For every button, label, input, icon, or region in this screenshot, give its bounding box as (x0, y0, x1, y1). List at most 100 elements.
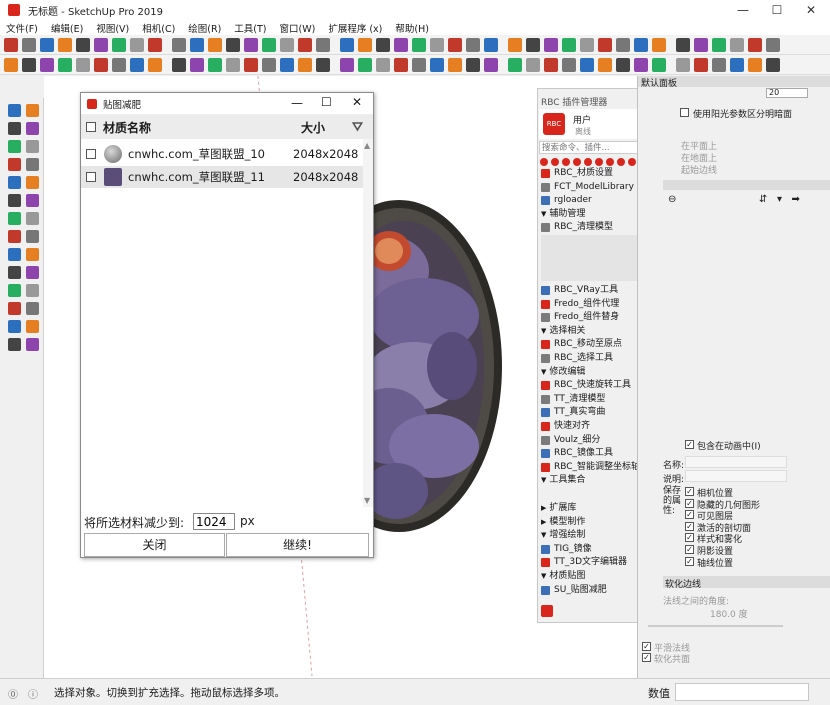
toolbar-tool-icon[interactable] (226, 37, 240, 52)
toolbar-tool-icon[interactable] (130, 37, 144, 52)
toolbar-tool-icon[interactable] (448, 37, 462, 52)
toolbar-tool-icon[interactable] (22, 37, 36, 52)
toolbar-tool-icon[interactable] (676, 37, 690, 52)
saved-prop-checkbox[interactable]: ✓ (685, 556, 694, 566)
toolbar-tool-icon[interactable] (412, 37, 426, 52)
left-toolbar-tool-icon[interactable] (8, 338, 21, 351)
toolbar-tool-icon[interactable] (76, 57, 90, 72)
rbc-section-header[interactable]: ▼ 增强绘制 (541, 529, 585, 541)
toolbar-tool-icon[interactable] (544, 37, 558, 52)
toolbar-tool-icon[interactable] (526, 37, 540, 52)
toolbar-tool-icon[interactable] (340, 57, 354, 72)
left-toolbar-tool-icon[interactable] (26, 176, 39, 189)
left-toolbar-tool-icon[interactable] (26, 122, 39, 135)
toolbar-tool-icon[interactable] (112, 37, 126, 52)
toolbar-tool-icon[interactable] (58, 37, 72, 52)
rbc-plugin-item[interactable]: FCT_ModelLibrary (541, 181, 634, 194)
left-toolbar-tool-icon[interactable] (26, 212, 39, 225)
toolbar-tool-icon[interactable] (652, 57, 666, 72)
rbc-plugin-item[interactable]: TT_清理模型 (541, 393, 605, 406)
toolbar-tool-icon[interactable] (94, 37, 108, 52)
left-toolbar-tool-icon[interactable] (26, 248, 39, 261)
toolbar-tool-icon[interactable] (376, 57, 390, 72)
toolbar-tool-icon[interactable] (712, 57, 726, 72)
table-row[interactable]: cnwhc.com_草图联盟_10 2048x2048 (81, 143, 373, 165)
rbc-plugin-item[interactable]: 快速对齐 (541, 420, 590, 433)
toolbar-tool-icon[interactable] (262, 57, 276, 72)
rbc-plugin-item[interactable]: rgloader (541, 194, 592, 207)
saved-prop-checkbox[interactable]: ✓ (685, 498, 694, 508)
rbc-plugin-item[interactable]: SU_贴图减肥 (541, 584, 607, 597)
toolbar-tool-icon[interactable] (748, 37, 762, 52)
saved-prop-checkbox[interactable]: ✓ (685, 533, 694, 543)
toolbar-tool-icon[interactable] (394, 37, 408, 52)
left-toolbar-tool-icon[interactable] (26, 194, 39, 207)
menu-extensions[interactable]: 扩展程序 (x) (328, 21, 382, 35)
minimize-button[interactable]: — (726, 0, 760, 20)
angle-slider[interactable] (648, 625, 783, 627)
toolbar-tool-icon[interactable] (598, 57, 612, 72)
toolbar-tool-icon[interactable] (244, 57, 258, 72)
smooth-normals-checkbox[interactable]: ✓ (642, 642, 651, 651)
toolbar-tool-icon[interactable] (190, 57, 204, 72)
rbc-tool-icon[interactable] (540, 158, 548, 166)
menu-file[interactable]: 文件(F) (6, 21, 38, 35)
rbc-tool-icon[interactable] (562, 158, 570, 166)
toolbar-tool-icon[interactable] (262, 37, 276, 52)
filter-icon[interactable]: ⛛ (352, 120, 363, 135)
rbc-plugin-item[interactable]: RBC_智能调整坐标轴... (541, 461, 649, 474)
row-checkbox[interactable] (86, 149, 96, 159)
toolbar-tool-icon[interactable] (112, 57, 126, 72)
rbc-plugin-item[interactable]: RBC_快速旋转工具 (541, 379, 631, 392)
left-toolbar-tool-icon[interactable] (26, 338, 39, 351)
toolbar-tool-icon[interactable] (598, 37, 612, 52)
left-toolbar-tool-icon[interactable] (8, 104, 21, 117)
toolbar-tool-icon[interactable] (712, 37, 726, 52)
toolbar-tool-icon[interactable] (484, 57, 498, 72)
toolbar-tool-icon[interactable] (208, 37, 222, 52)
toolbar-tool-icon[interactable] (172, 57, 186, 72)
toolbar-tool-icon[interactable] (562, 57, 576, 72)
toolbar-tool-icon[interactable] (766, 37, 780, 52)
toolbar-tool-icon[interactable] (358, 37, 372, 52)
left-toolbar-tool-icon[interactable] (26, 266, 39, 279)
toolbar-tool-icon[interactable] (148, 57, 162, 72)
toolbar-tool-icon[interactable] (508, 37, 522, 52)
toolbar-tool-icon[interactable] (130, 57, 144, 72)
rbc-tool-icon[interactable] (551, 158, 559, 166)
toolbar-tool-icon[interactable] (508, 57, 522, 72)
left-toolbar-tool-icon[interactable] (26, 104, 39, 117)
soften-coplanar-checkbox[interactable]: ✓ (642, 653, 651, 662)
maximize-button[interactable]: ☐ (760, 0, 794, 20)
select-all-checkbox[interactable] (86, 122, 96, 132)
from-edges-option[interactable]: 起始边线 (681, 163, 717, 176)
measurements-input[interactable] (675, 683, 809, 701)
toolbar-tool-icon[interactable] (340, 37, 354, 52)
rbc-section-header[interactable]: ▼ 辅助管理 (541, 208, 585, 220)
rbc-plugin-item[interactable]: Voulz_细分 (541, 434, 600, 447)
toolbar-tool-icon[interactable] (298, 57, 312, 72)
toolbar-tool-icon[interactable] (652, 37, 666, 52)
toolbar-tool-icon[interactable] (40, 37, 54, 52)
left-toolbar-tool-icon[interactable] (26, 320, 39, 333)
rbc-plugin-item[interactable]: TT_3D文字编辑器 (541, 556, 627, 569)
shadow-value-field[interactable]: 20 (766, 88, 808, 98)
toolbar-tool-icon[interactable] (94, 57, 108, 72)
left-toolbar-tool-icon[interactable] (8, 320, 21, 333)
rbc-tool-icon[interactable] (628, 158, 636, 166)
toolbar-tool-icon[interactable] (580, 37, 594, 52)
rbc-tool-icon[interactable] (584, 158, 592, 166)
left-toolbar-tool-icon[interactable] (8, 158, 21, 171)
soften-section-header[interactable]: 软化边线 (663, 576, 830, 590)
rbc-plugin-item[interactable]: RBC_清理模型 (541, 221, 613, 234)
toolbar-tool-icon[interactable] (172, 37, 186, 52)
toolbar-tool-icon[interactable] (748, 57, 762, 72)
saved-prop-checkbox[interactable]: ✓ (685, 521, 694, 531)
left-toolbar-tool-icon[interactable] (8, 230, 21, 243)
toolbar-tool-icon[interactable] (616, 37, 630, 52)
toolbar-tool-icon[interactable] (40, 57, 54, 72)
toolbar-tool-icon[interactable] (280, 37, 294, 52)
toolbar-tool-icon[interactable] (694, 37, 708, 52)
toolbar-tool-icon[interactable] (316, 37, 330, 52)
rbc-plugin-item[interactable]: RBC_镜像工具 (541, 447, 613, 460)
